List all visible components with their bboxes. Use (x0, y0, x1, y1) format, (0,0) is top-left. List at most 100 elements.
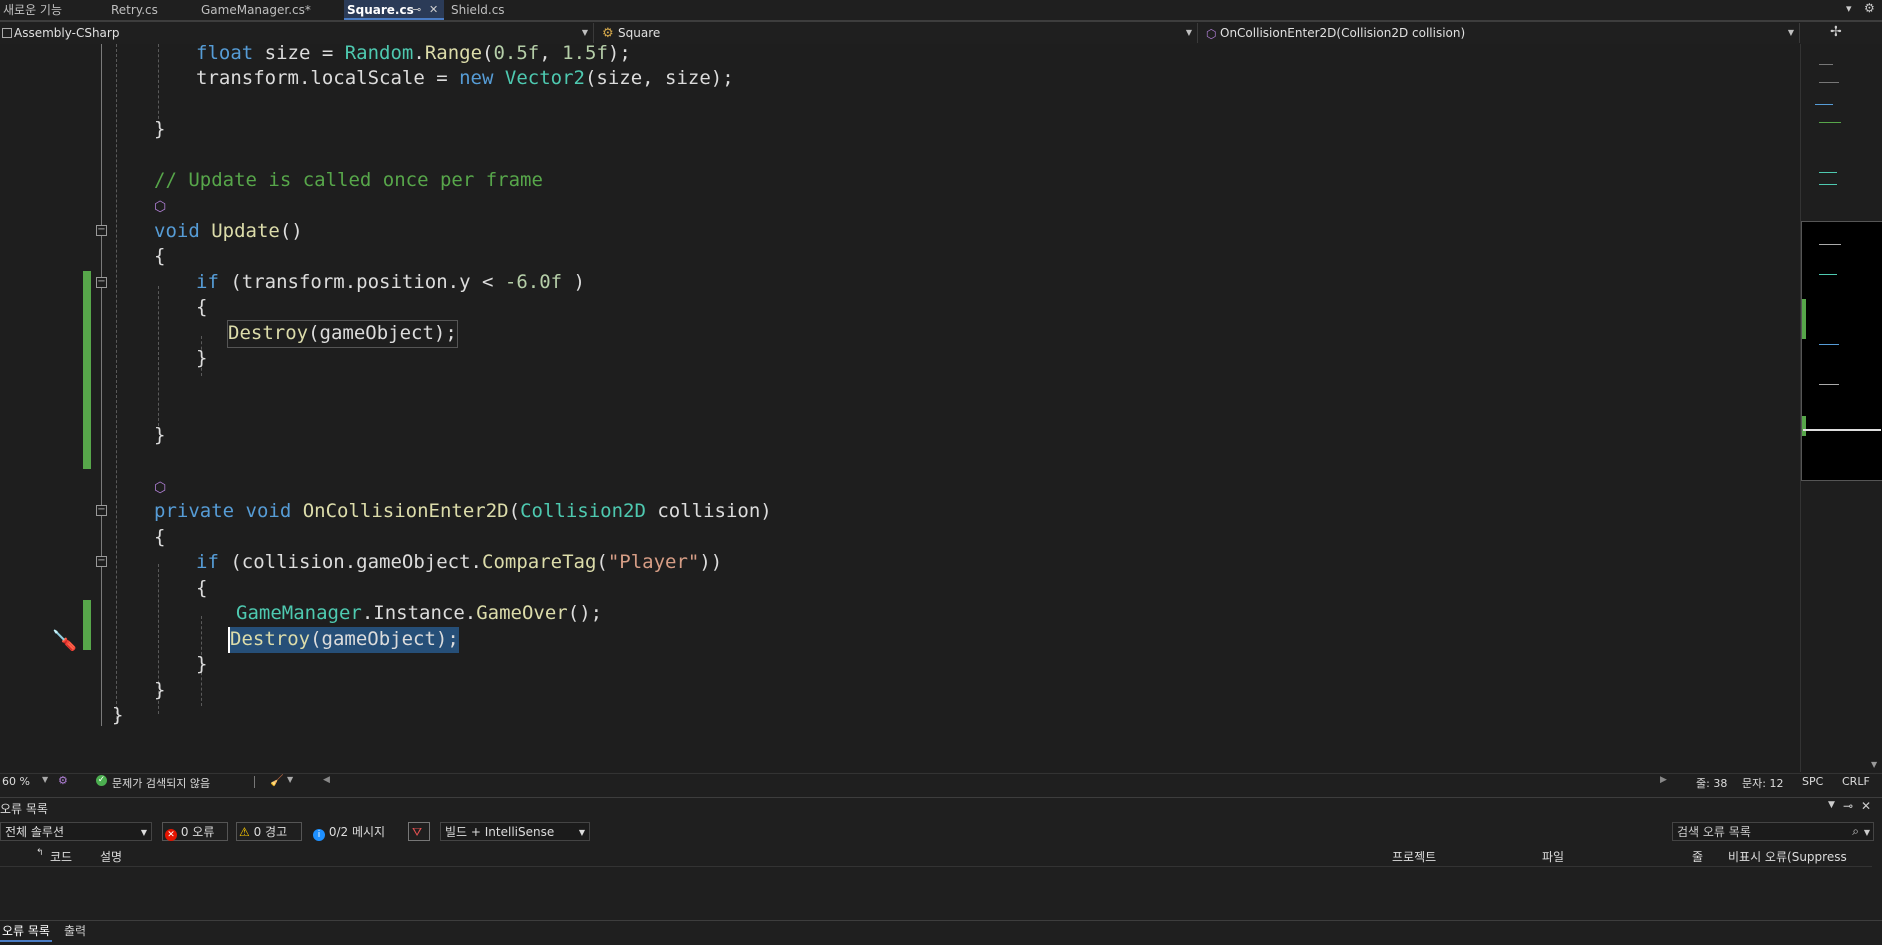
codelens[interactable]: ⬡ (154, 474, 178, 502)
code-line: float size = Random.Range(0.5f, 1.5f); (196, 44, 631, 64)
unity-icon: ⬡ (154, 480, 167, 496)
member-dropdown[interactable]: ⬡ OnCollisionEnter2D(Collision2D collisi… (1202, 23, 1800, 43)
minimap-text (1819, 384, 1839, 385)
filter-icon: ⛛ (412, 825, 423, 839)
column-header-project[interactable]: 프로젝트 (1392, 848, 1436, 865)
close-icon[interactable]: ✕ (429, 0, 438, 20)
scope-label: 전체 솔루션 (5, 825, 65, 839)
code-editor[interactable]: − − − − 🪛 float size = Random.Range(0.5f… (0, 44, 1800, 772)
code-line: if (transform.position.y < -6.0f ) (196, 271, 585, 293)
fold-toggle[interactable]: − (96, 505, 107, 516)
navigation-bar: Assembly-CSharp ▼ ⚙ Square ▼ ⬡ OnCollisi… (0, 22, 1882, 45)
column-number[interactable]: 문자: 12 (1742, 775, 1783, 791)
tab-error-list[interactable]: 오류 목록 (0, 922, 52, 942)
search-error-list-input[interactable]: 검색 오류 목록 ⌕ ▼ (1672, 822, 1874, 841)
tab-output[interactable]: 출력 (62, 922, 88, 940)
warnings-count: 0 경고 (253, 825, 288, 839)
code-line: } (112, 704, 124, 726)
scroll-down-icon[interactable]: ▼ (1871, 760, 1877, 769)
messages-filter-button[interactable]: i 0/2 메시지 (310, 822, 396, 841)
divider (0, 920, 1882, 921)
column-header-file[interactable]: 파일 (1542, 848, 1564, 865)
chevron-down-icon: ▼ (581, 28, 588, 37)
unity-icon: ⬡ (154, 199, 167, 215)
column-header-line[interactable]: 줄 (1692, 848, 1703, 865)
minimap-text (1819, 274, 1837, 275)
scroll-left-icon[interactable]: ◀ (323, 775, 330, 785)
chevron-down-icon: ▼ (578, 828, 585, 837)
issues-status[interactable]: 문제가 검색되지 않음 (112, 775, 210, 791)
indent-guide (158, 286, 159, 426)
class-icon: ⚙ (602, 26, 614, 41)
code-comment: // Update is called once per frame (154, 169, 543, 191)
error-icon: ✕ (165, 829, 177, 841)
screwdriver-icon[interactable]: 🪛 (52, 628, 77, 652)
warnings-filter-button[interactable]: ⚠ 0 경고 (236, 822, 302, 841)
tab-label: Retry.cs (111, 3, 158, 17)
code-line: { (196, 296, 208, 318)
line-ending[interactable]: CRLF (1842, 775, 1870, 788)
filter-toggle-button[interactable]: ⛛ (408, 822, 430, 841)
tab-gamemanager[interactable]: GameManager.cs* (198, 0, 342, 20)
tab-retry[interactable]: Retry.cs (108, 0, 196, 20)
fold-toggle[interactable]: − (96, 225, 107, 236)
zoom-dropdown-icon[interactable]: ▼ (42, 775, 48, 784)
panel-dropdown-icon[interactable]: ▼ (1828, 800, 1835, 810)
split-editor-icon[interactable]: ✢ (1830, 24, 1842, 40)
code-line: private void OnCollisionEnter2D(Collisio… (154, 500, 772, 522)
codelens[interactable]: ⬡ (154, 193, 178, 221)
minimap-viewport[interactable] (1801, 221, 1882, 481)
code-line: void Update() (154, 220, 303, 242)
chevron-down-icon: ▼ (1787, 28, 1794, 37)
outline-line (101, 44, 102, 726)
minimap-text (1819, 344, 1839, 345)
code-line: } (154, 679, 166, 701)
pin-icon[interactable]: ⊸ (1843, 799, 1853, 813)
minimap-text (1819, 122, 1841, 123)
change-marker (83, 600, 91, 650)
minimap-scrollbar[interactable]: ▼ (1800, 44, 1882, 772)
build-source-dropdown[interactable]: 빌드 + IntelliSense ▼ (440, 822, 590, 841)
line-number[interactable]: 줄: 38 (1696, 775, 1727, 791)
panel-title: 오류 목록 (0, 802, 48, 816)
tab-list-dropdown-icon[interactable]: ▾ (1846, 2, 1852, 15)
warning-icon: ⚠ (239, 825, 250, 839)
scope-dropdown[interactable]: 전체 솔루션 ▼ (0, 822, 152, 841)
member-label: OnCollisionEnter2D(Collision2D collision… (1220, 26, 1466, 40)
editor-status-bar: 60 % ▼ ⚙ ✓ 문제가 검색되지 않음 🧹 ▼ ◀ ▶ 줄: 38 문자:… (0, 773, 1882, 791)
tab-label: Square.cs (347, 3, 414, 17)
code-cleanup-icon[interactable]: 🧹 (270, 774, 284, 787)
column-header-suppression[interactable]: 비표시 오류(Suppress (1728, 848, 1847, 865)
tab-label: Shield.cs (451, 3, 505, 17)
method-icon: ⬡ (1206, 27, 1217, 41)
intellicode-icon[interactable]: ⚙ (58, 774, 68, 787)
scroll-right-icon[interactable]: ▶ (1660, 775, 1667, 785)
minimap-text (1819, 172, 1837, 173)
chevron-down-icon[interactable]: ▼ (287, 775, 293, 784)
column-header-code[interactable]: 코드 (50, 848, 72, 865)
close-icon[interactable]: ✕ (1861, 799, 1871, 813)
column-header-description[interactable]: 설명 (100, 848, 122, 865)
tab-whats-new[interactable]: 새로운 기능 (0, 0, 110, 20)
class-dropdown[interactable]: ⚙ Square ▼ (598, 23, 1198, 43)
code-line: } (154, 118, 166, 140)
fold-toggle[interactable]: − (96, 277, 107, 288)
fold-toggle[interactable]: − (96, 556, 107, 567)
class-label: Square (618, 26, 661, 40)
tab-label: 새로운 기능 (3, 3, 63, 17)
errors-filter-button[interactable]: ✕ 0 오류 (162, 822, 228, 841)
document-tab-bar: 새로운 기능 Retry.cs GameManager.cs* Square.c… (0, 0, 1882, 22)
indentation-mode[interactable]: SPC (1802, 775, 1823, 788)
minimap-caret-line (1803, 429, 1881, 431)
gear-icon[interactable]: ⚙ (1864, 1, 1875, 15)
sort-icon[interactable]: ↰ (36, 848, 44, 858)
change-marker (83, 271, 91, 469)
pin-icon[interactable]: ⊸ (412, 0, 421, 20)
tab-square[interactable]: Square.cs ⊸ ✕ (344, 0, 444, 20)
zoom-level[interactable]: 60 % (2, 775, 30, 788)
project-dropdown[interactable]: Assembly-CSharp ▼ (0, 23, 594, 43)
tab-shield[interactable]: Shield.cs (448, 0, 538, 20)
errors-count: 0 오류 (180, 825, 215, 839)
minimap-change-marker (1802, 416, 1806, 436)
code-line: if (collision.gameObject.CompareTag("Pla… (196, 551, 723, 573)
